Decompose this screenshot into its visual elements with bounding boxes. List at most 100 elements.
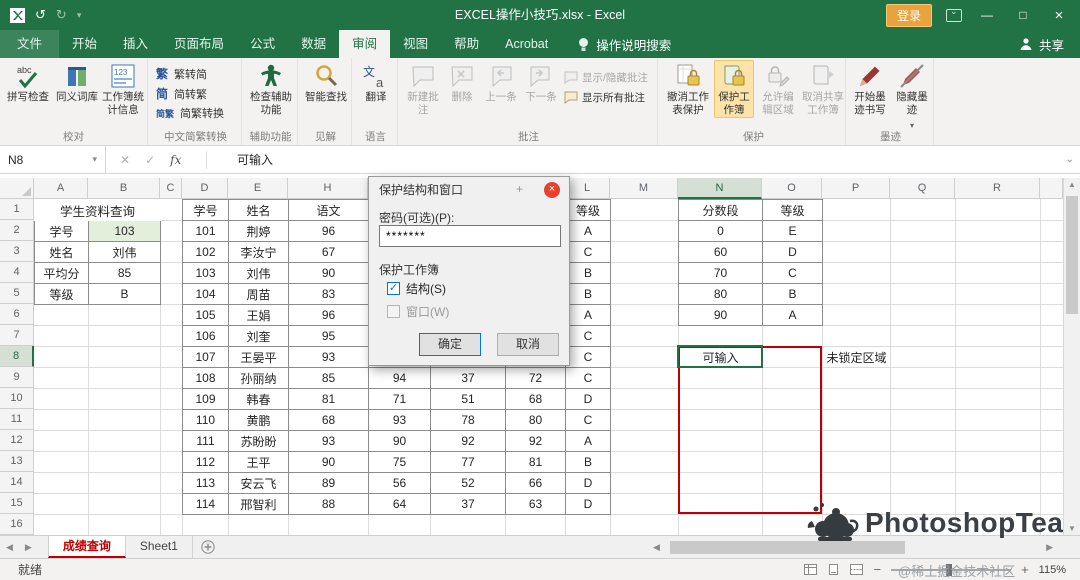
tab-help[interactable]: 帮助: [441, 30, 492, 58]
cell-E6[interactable]: 王娟: [228, 304, 289, 326]
cell-D13[interactable]: 112: [182, 451, 229, 473]
column-header-E[interactable]: E: [228, 178, 288, 199]
cell-L12[interactable]: A: [565, 430, 611, 452]
undo-icon[interactable]: ↺: [35, 0, 46, 30]
cell-E15[interactable]: 邢智利: [228, 493, 289, 515]
vertical-scrollbar[interactable]: ▲ ▼: [1063, 178, 1080, 535]
structure-checkbox[interactable]: ✓ 结构(S): [387, 280, 446, 297]
cell-I11[interactable]: 93: [368, 409, 431, 431]
cell-E4[interactable]: 刘伟: [228, 262, 289, 284]
tab-home[interactable]: 开始: [59, 30, 110, 58]
column-header-L[interactable]: L: [565, 178, 610, 199]
cell-E12[interactable]: 苏盼盼: [228, 430, 289, 452]
row-header-4[interactable]: 4: [0, 262, 34, 283]
smart-lookup-button[interactable]: 智能查找: [304, 60, 348, 104]
cancel-button[interactable]: 取消: [497, 333, 559, 356]
cell-E9[interactable]: 孙丽纳: [228, 367, 289, 389]
cell-E8[interactable]: 王晏平: [228, 346, 289, 368]
protect-workbook-button[interactable]: 保护工作簿: [714, 60, 754, 118]
cell-D4[interactable]: 103: [182, 262, 229, 284]
unshare-workbook-button[interactable]: 取消共享工作簿: [802, 60, 844, 117]
cell-H3[interactable]: 67: [288, 241, 369, 263]
cell-L5[interactable]: B: [565, 283, 611, 305]
cell-H13[interactable]: 90: [288, 451, 369, 473]
cell-H1[interactable]: 语文: [288, 199, 369, 221]
new-comment-button[interactable]: 新建批注: [404, 60, 442, 117]
cell-K12[interactable]: 92: [505, 430, 566, 452]
cell-D3[interactable]: 102: [182, 241, 229, 263]
cell-D14[interactable]: 113: [182, 472, 229, 494]
row-header-13[interactable]: 13: [0, 451, 34, 472]
cell-L8[interactable]: C: [565, 346, 611, 368]
tab-data[interactable]: 数据: [288, 30, 339, 58]
cell-A1[interactable]: 学生资料查询: [34, 199, 161, 221]
cell-N2[interactable]: 0: [678, 220, 763, 242]
tab-review[interactable]: 审阅: [339, 30, 391, 58]
cell-I9[interactable]: 94: [368, 367, 431, 389]
page-break-view-icon[interactable]: [850, 564, 864, 575]
cell-D15[interactable]: 114: [182, 493, 229, 515]
row-header-1[interactable]: 1: [0, 199, 34, 220]
cell-D7[interactable]: 106: [182, 325, 229, 347]
cell-J13[interactable]: 77: [430, 451, 506, 473]
cell-A5[interactable]: 等级: [34, 283, 89, 305]
row-header-16[interactable]: 16: [0, 514, 34, 535]
cell-L9[interactable]: C: [565, 367, 611, 389]
traditional-to-simplified-button[interactable]: 繁 繁转简: [156, 65, 207, 82]
cell-L15[interactable]: D: [565, 493, 611, 515]
select-all-corner[interactable]: [0, 178, 34, 199]
cell-J12[interactable]: 92: [430, 430, 506, 452]
cell-L11[interactable]: C: [565, 409, 611, 431]
formula-cancel-icon[interactable]: ✕: [120, 153, 130, 167]
tab-view[interactable]: 视图: [390, 30, 441, 58]
row-header-5[interactable]: 5: [0, 283, 34, 304]
cell-E1[interactable]: 姓名: [228, 199, 289, 221]
allow-edit-ranges-button[interactable]: 允许编辑区域: [758, 60, 798, 117]
cell-A4[interactable]: 平均分: [34, 262, 89, 284]
cell-E14[interactable]: 安云飞: [228, 472, 289, 494]
tell-me-search[interactable]: 操作说明搜索: [577, 30, 671, 58]
dialog-help-icon[interactable]: +: [516, 182, 523, 196]
scroll-up-icon[interactable]: ▲: [1064, 180, 1080, 189]
cell-K9[interactable]: 72: [505, 367, 566, 389]
hide-ink-button[interactable]: 隐藏墨迹 ▾: [892, 60, 932, 132]
unprotect-sheet-button[interactable]: 撤消工作表保护: [666, 60, 710, 117]
cell-H11[interactable]: 68: [288, 409, 369, 431]
cell-D6[interactable]: 105: [182, 304, 229, 326]
cell-H14[interactable]: 89: [288, 472, 369, 494]
cell-A2[interactable]: 学号: [34, 220, 89, 242]
cell-L7[interactable]: C: [565, 325, 611, 347]
cell-N4[interactable]: 70: [678, 262, 763, 284]
name-box-dropdown-icon[interactable]: ▾: [92, 154, 97, 165]
cell-L2[interactable]: A: [565, 220, 611, 242]
cell-N5[interactable]: 80: [678, 283, 763, 305]
row-header-11[interactable]: 11: [0, 409, 34, 430]
column-header-M[interactable]: M: [610, 178, 678, 199]
vertical-scrollbar-thumb[interactable]: [1066, 196, 1078, 314]
column-header-Q[interactable]: Q: [890, 178, 955, 199]
zoom-in-icon[interactable]: +: [1021, 562, 1029, 577]
qat-customize-icon[interactable]: ▾: [77, 0, 82, 30]
row-header-8[interactable]: 8: [0, 346, 34, 367]
cell-B3[interactable]: 刘伟: [88, 241, 161, 263]
cell-L3[interactable]: C: [565, 241, 611, 263]
row-header-9[interactable]: 9: [0, 367, 34, 388]
ok-button[interactable]: 确定: [419, 333, 481, 356]
cell-D10[interactable]: 109: [182, 388, 229, 410]
row-header-12[interactable]: 12: [0, 430, 34, 451]
cell-B2[interactable]: 103: [88, 220, 161, 242]
previous-comment-button[interactable]: 上一条: [482, 60, 520, 104]
cell-E5[interactable]: 周苗: [228, 283, 289, 305]
row-header-6[interactable]: 6: [0, 304, 34, 325]
cell-N1[interactable]: 分数段: [678, 199, 763, 221]
cell-B4[interactable]: 85: [88, 262, 161, 284]
cell-I13[interactable]: 75: [368, 451, 431, 473]
row-header-7[interactable]: 7: [0, 325, 34, 346]
tab-page-layout[interactable]: 页面布局: [161, 30, 237, 58]
cell-K15[interactable]: 63: [505, 493, 566, 515]
cell-H15[interactable]: 88: [288, 493, 369, 515]
zoom-level[interactable]: 115%: [1039, 564, 1066, 576]
add-sheet-button[interactable]: [201, 540, 215, 554]
cell-K11[interactable]: 80: [505, 409, 566, 431]
cell-J11[interactable]: 78: [430, 409, 506, 431]
